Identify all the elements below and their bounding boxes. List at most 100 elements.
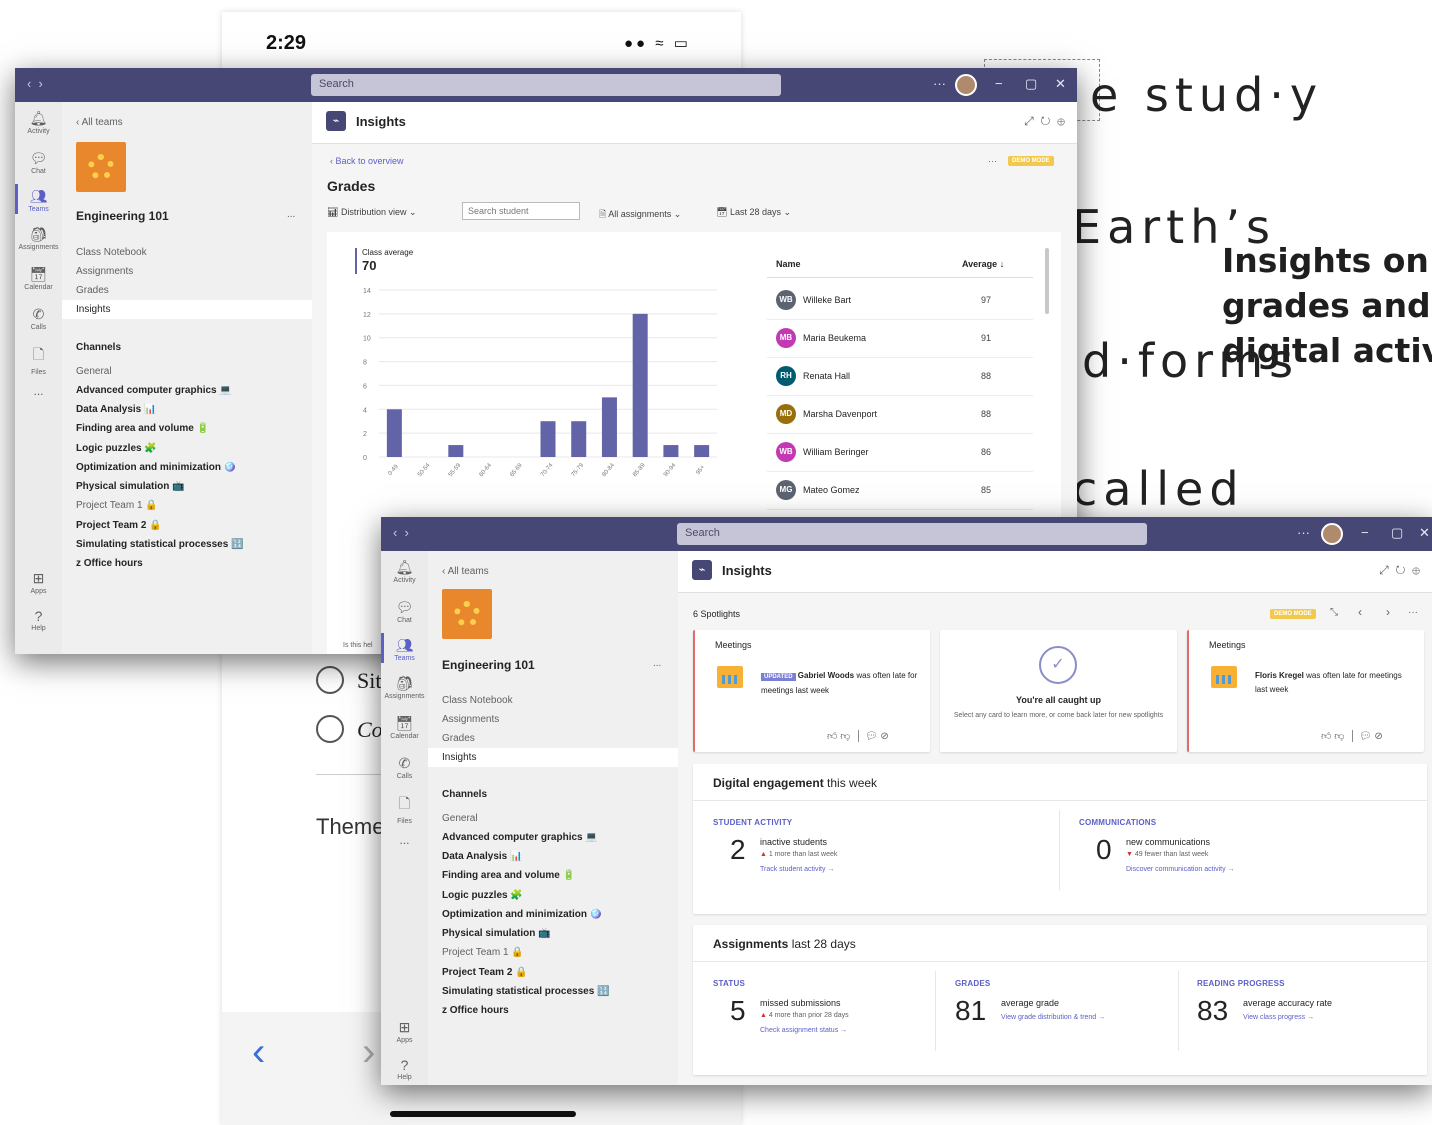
bar-90-94[interactable] (663, 445, 679, 457)
rail-activity[interactable]: 🔔︎ Activity (15, 110, 62, 135)
rail-chat[interactable]: 💬︎ Chat (15, 150, 62, 175)
radio-option[interactable] (316, 715, 344, 743)
bar-85-89[interactable] (632, 313, 648, 457)
close-icon[interactable]: ✕ (1419, 525, 1430, 541)
channel-item[interactable]: Data Analysis 📊 (76, 404, 156, 415)
channel-item[interactable]: z Office hours (442, 1005, 509, 1016)
more-icon[interactable]: ··· (1408, 607, 1418, 618)
track-activity-link[interactable]: Track student activity → (760, 866, 834, 873)
table-row[interactable]: MG Mateo Gomez 85 (767, 472, 1033, 510)
more-icon[interactable]: ··· (933, 76, 946, 91)
rail-teams[interactable]: 👥︎ Teams (15, 188, 62, 213)
grade-distribution-link[interactable]: View grade distribution & trend → (1001, 1014, 1105, 1021)
rail-calls[interactable]: ✆ Calls (381, 755, 428, 780)
avatar[interactable] (955, 74, 977, 96)
bar-95+[interactable] (694, 445, 710, 457)
avatar[interactable] (1321, 523, 1343, 545)
channel-general[interactable]: General (442, 813, 478, 824)
channel-item[interactable]: Simulating statistical processes 🔢 (442, 986, 610, 997)
rail-files[interactable]: 🗋 Files (15, 344, 62, 376)
prev-icon[interactable]: ‹ (1358, 605, 1362, 619)
maximize-icon[interactable]: ▢ (1025, 76, 1037, 92)
nav-arrows-icon[interactable]: ‹ › (393, 525, 409, 540)
rail-files[interactable]: 🗋 Files (381, 793, 428, 825)
table-row[interactable]: WB William Beringer 86 (767, 434, 1033, 472)
more-icon[interactable]: ··· (988, 156, 997, 166)
sidebar-item-class-notebook[interactable]: Class Notebook (442, 695, 513, 706)
table-row[interactable]: RH Renata Hall 88 (767, 358, 1033, 396)
all-teams-link[interactable]: ‹ All teams (442, 566, 489, 577)
minimize-icon[interactable]: − (1361, 525, 1369, 540)
search-input[interactable]: Search (677, 523, 1147, 545)
rail-activity[interactable]: 🔔︎ Activity (381, 559, 428, 584)
scrollbar[interactable] (1045, 248, 1049, 314)
sidebar-item-assignments[interactable]: Assignments (442, 714, 499, 725)
spotlight-card-meetings[interactable]: Meetings Floris Kregel was often late fo… (1187, 630, 1424, 752)
bar-75-79[interactable] (571, 421, 587, 457)
sidebar-item-class-notebook[interactable]: Class Notebook (76, 247, 147, 258)
channel-item[interactable]: Logic puzzles 🧩 (442, 890, 523, 901)
back-to-overview-link[interactable]: ‹ Back to overview (330, 156, 404, 166)
rail-calendar[interactable]: 📅︎ Calendar (381, 715, 428, 740)
collapse-icon[interactable]: ⤡ (1330, 607, 1338, 618)
rail-apps[interactable]: ⊞ Apps (15, 570, 62, 595)
search-input[interactable]: Search (311, 74, 781, 96)
sidebar-item-grades[interactable]: Grades (76, 285, 109, 296)
channel-item[interactable]: Project Team 1 🔒 (76, 500, 158, 511)
forward-arrow-icon[interactable]: › (362, 1030, 375, 1075)
channel-item[interactable]: Project Team 2 🔒 (76, 520, 162, 531)
channel-general[interactable]: General (76, 366, 112, 377)
rail-teams[interactable]: 👥︎ Teams (381, 637, 428, 662)
bar-80-84[interactable] (601, 397, 617, 457)
date-range-filter[interactable]: 📅︎ Last 28 days ⌄ (716, 207, 791, 218)
rail-assignments[interactable]: 🎒︎ Assignments (381, 675, 428, 700)
rail-more[interactable]: ... (381, 833, 428, 847)
rail-apps[interactable]: ⊞ Apps (381, 1019, 428, 1044)
channel-item[interactable]: Physical simulation 📺 (442, 928, 551, 939)
table-row[interactable]: MD Marsha Davenport 88 (767, 396, 1033, 434)
all-teams-link[interactable]: ‹ All teams (76, 117, 123, 128)
minimize-icon[interactable]: − (995, 76, 1003, 91)
rail-help[interactable]: ? Help (15, 608, 62, 632)
maximize-icon[interactable]: ▢ (1391, 525, 1403, 541)
table-row[interactable]: MB Maria Beukema 91 (767, 320, 1033, 358)
back-arrow-icon[interactable]: ‹ (252, 1030, 265, 1075)
channel-item[interactable]: z Office hours (76, 558, 143, 569)
channel-item[interactable]: Physical simulation 📺 (76, 481, 185, 492)
team-more-icon[interactable]: ... (287, 209, 295, 220)
feedback-icons[interactable]: 👍︎ 👎︎ │ 💬︎ ⊘ (1321, 730, 1383, 742)
rail-help[interactable]: ? Help (381, 1057, 428, 1081)
header-actions-icon[interactable]: ⤢ ↻ ⊕ (1379, 563, 1420, 578)
channel-item[interactable]: Optimization and minimization 🪩 (76, 462, 236, 473)
rail-more[interactable]: ... (15, 384, 62, 398)
channel-item[interactable]: Optimization and minimization 🪩 (442, 909, 602, 920)
bar-55-59[interactable] (448, 445, 464, 457)
team-more-icon[interactable]: ... (653, 658, 661, 669)
spotlight-card-meetings[interactable]: Meetings UPDATED Gabriel Woods was often… (693, 630, 930, 752)
rail-calendar[interactable]: 📅︎ Calendar (15, 266, 62, 291)
close-icon[interactable]: ✕ (1055, 76, 1066, 92)
bar-0-49[interactable] (386, 409, 402, 457)
channel-item[interactable]: Advanced computer graphics 💻 (442, 832, 598, 843)
feedback-icons[interactable]: 👍︎ 👎︎ │ 💬︎ ⊘ (827, 730, 889, 742)
class-progress-link[interactable]: View class progress → (1243, 1014, 1314, 1021)
bar-70-74[interactable] (540, 421, 556, 457)
nav-arrows-icon[interactable]: ‹ › (27, 76, 43, 91)
header-actions-icon[interactable]: ⤢ ↻ ⊕ (1024, 114, 1065, 129)
channel-item[interactable]: Project Team 2 🔒 (442, 967, 528, 978)
sidebar-item-insights[interactable]: Insights (442, 752, 476, 763)
col-name-header[interactable]: Name (776, 259, 801, 269)
col-average-header[interactable]: Average ↓ (962, 259, 1004, 269)
sidebar-item-insights[interactable]: Insights (76, 304, 110, 315)
more-icon[interactable]: ··· (1297, 525, 1310, 540)
radio-option[interactable] (316, 666, 344, 694)
channel-item[interactable]: Project Team 1 🔒 (442, 947, 524, 958)
rail-assignments[interactable]: 🎒︎ Assignments (15, 226, 62, 251)
rail-chat[interactable]: 💬︎ Chat (381, 599, 428, 624)
search-student-input[interactable]: Search student (462, 202, 580, 220)
assignments-filter[interactable]: 🗎 All assignments ⌄ (599, 207, 681, 223)
channel-item[interactable]: Advanced computer graphics 💻 (76, 385, 232, 396)
discover-comm-link[interactable]: Discover communication activity → (1126, 866, 1235, 873)
next-icon[interactable]: › (1386, 605, 1390, 619)
distribution-view-dropdown[interactable]: 📊︎ Distribution view ⌄ (327, 207, 417, 218)
